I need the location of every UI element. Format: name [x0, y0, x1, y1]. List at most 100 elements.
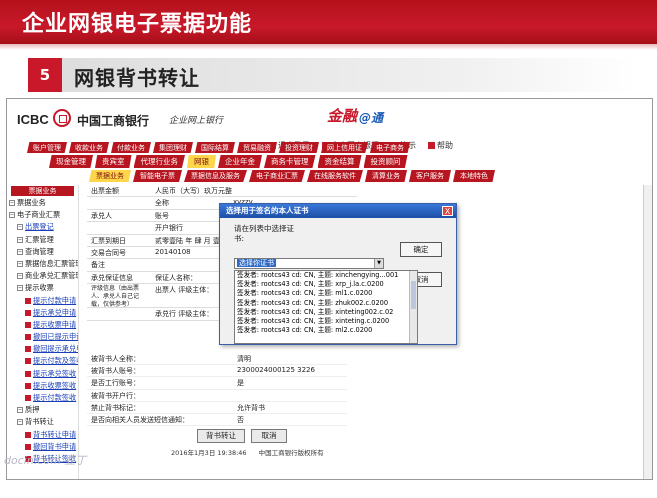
- leaf-icon: [25, 358, 31, 365]
- tree-item[interactable]: 提示收票签收: [7, 380, 78, 392]
- endorse-row: 是否向相关人员发送短信通知： 否: [87, 414, 347, 427]
- nav-tab-row3-1[interactable]: 智能电子票: [133, 170, 182, 182]
- cert-option[interactable]: 签发者: rootcs43 cd: CN, 主题: xinchengying..…: [235, 271, 417, 280]
- tree-item[interactable]: − 电子商业汇票: [7, 209, 78, 221]
- leaf-icon: [25, 431, 31, 438]
- title-shadow: [0, 44, 657, 50]
- nav-tab-row3-3[interactable]: 电子商业汇票: [249, 170, 305, 182]
- tree-item[interactable]: − 汇票管理: [7, 234, 78, 246]
- section-title: 网银背书转让: [74, 66, 200, 90]
- nav-tab-row2-7[interactable]: 投资顾问: [363, 155, 408, 168]
- nav-row-1: 账户管理 收款业务 付款业务 集团理财 国际结算 贸易融资 投资理财 网上信用证 电子商务: [27, 142, 412, 153]
- tree-item[interactable]: 提示付款及签收: [7, 355, 78, 367]
- page-scrollbar[interactable]: [643, 185, 652, 479]
- nav-tab-row1-2[interactable]: 付款业务: [111, 142, 151, 153]
- expand-icon: −: [17, 419, 23, 426]
- form-label: 交易合同号: [91, 248, 126, 257]
- expand-icon: −: [9, 212, 15, 219]
- scroll-thumb[interactable]: [411, 281, 416, 309]
- nav-tab-row1-1[interactable]: 收款业务: [69, 142, 109, 153]
- endorse-row: 是否工行账号： 是: [87, 377, 347, 390]
- cert-list[interactable]: 签发者: rootcs43 cd: CN, 主题: xinchengying..…: [234, 270, 418, 344]
- endorse-value: 允许背书: [237, 403, 265, 412]
- cert-list-scrollbar[interactable]: [409, 271, 417, 343]
- nav-tab-row2-1[interactable]: 贵宾室: [95, 155, 132, 168]
- tree-item[interactable]: − 票据信息汇票管理: [7, 258, 78, 270]
- footer-datetime: 2016年1月3日 19:38:46: [171, 449, 247, 457]
- tree-item[interactable]: − 票据业务: [7, 197, 78, 209]
- leaf-icon: [25, 334, 31, 341]
- brand-logo-1: 金融: [327, 107, 358, 125]
- tree-item[interactable]: − 背书转让: [7, 416, 78, 428]
- prompt-line-2: 书:: [234, 234, 245, 243]
- tree-item-label: 提示承兑签收: [33, 368, 77, 378]
- header-link-3[interactable]: 帮助: [428, 141, 459, 150]
- tree-item[interactable]: − 查询管理: [7, 246, 78, 258]
- tree-item[interactable]: 背书转让申请: [7, 429, 78, 441]
- leaf-icon: [25, 382, 31, 389]
- nav-tab-row3-4[interactable]: 在线服务软件: [307, 170, 363, 182]
- tree-item[interactable]: 提示付款申请: [7, 295, 78, 307]
- close-icon[interactable]: X: [442, 206, 453, 216]
- tree-item[interactable]: 撤回提示承兑申请: [7, 343, 78, 355]
- tree-item-label: 撤回已提示申请: [33, 332, 78, 342]
- ok-button[interactable]: 确定: [400, 242, 442, 257]
- nav-tab-row2-3[interactable]: 网银: [187, 155, 216, 168]
- cert-option[interactable]: 签发者: rootcs43 cd: CN, 主题: ml2.c.0200: [235, 326, 417, 335]
- bank-name: 中国工商银行: [77, 114, 150, 128]
- tree-item[interactable]: 撤回已提示申请: [7, 331, 78, 343]
- nav-tab-row3-0[interactable]: 票据业务: [89, 170, 131, 182]
- nav-tab-row2-4[interactable]: 企业年金: [218, 155, 262, 168]
- tree-item-label: 提示收票申请: [33, 319, 77, 329]
- chevron-down-icon[interactable]: ▼: [374, 259, 383, 268]
- endorse-submit-button[interactable]: 背书转让: [197, 429, 245, 443]
- link-icon: [428, 142, 435, 149]
- tree-item[interactable]: 提示付款签收: [7, 392, 78, 404]
- tree-item[interactable]: − 提示收票: [7, 282, 78, 294]
- nav-tab-row2-2[interactable]: 代理行业务: [133, 155, 185, 168]
- nav-tab-row1-4[interactable]: 国际结算: [195, 142, 235, 153]
- cert-option[interactable]: 签发者: rootcs43 cd: CN, 主题: ml1.c.0200: [235, 289, 417, 298]
- nav-tab-row3-2[interactable]: 票据信息及服务: [184, 170, 247, 182]
- form-label: 评级信息（由出票人、承兑人自己记载，仅供参考）: [91, 285, 140, 309]
- tree-item-label: 提示收票签收: [33, 380, 77, 390]
- nav-tab-row2-0[interactable]: 现金管理: [49, 155, 93, 168]
- endorse-label: 被背书人账号：: [91, 367, 140, 376]
- endorse-value: 是: [237, 379, 244, 388]
- nav-tab-row1-5[interactable]: 贸易融资: [237, 142, 277, 153]
- cancel-button[interactable]: 取消: [251, 429, 287, 443]
- tree-item[interactable]: 提示承兑签收: [7, 368, 78, 380]
- cert-option[interactable]: 签发者: rootcs43 cd: CN, 主题: xrp_j.la.c.020…: [235, 280, 417, 289]
- tree-item[interactable]: 提示收票申请: [7, 319, 78, 331]
- tree-item[interactable]: 提示承兑申请: [7, 307, 78, 319]
- form-label: 承兑保证信息: [91, 273, 133, 282]
- cert-option[interactable]: 签发者: rootcs43 cd: CN, 主题: xinteting.c.02…: [235, 317, 417, 326]
- cert-option[interactable]: 签发者: rootcs43 cd: CN, 主题: xinteting002.c…: [235, 308, 417, 317]
- nav-tab-row1-7[interactable]: 网上信用证: [321, 142, 368, 153]
- leaf-icon: [25, 297, 31, 304]
- cert-dialog: 选择用于签名的本人证书 X 请在列表中选择证 书: 选择你证书 ▼ 确定 取消 …: [219, 203, 457, 345]
- nav-tab-row2-6[interactable]: 资金结算: [317, 155, 362, 168]
- nav-tab-row3-5[interactable]: 清算业务: [365, 170, 407, 182]
- tree-item-label: 提示付款及签收: [33, 356, 78, 366]
- leaf-icon: [25, 370, 31, 377]
- tree-item[interactable]: − 商业承兑汇票管理: [7, 270, 78, 282]
- form-value: 承兑行 评级主体：: [155, 310, 214, 319]
- nav-tab-row1-0[interactable]: 账户管理: [27, 142, 67, 153]
- nav-tab-row3-7[interactable]: 本地特色: [453, 170, 495, 182]
- nav-tab-row1-6[interactable]: 投资理财: [279, 142, 319, 153]
- nav-tab-row2-5[interactable]: 商务卡管理: [264, 155, 316, 168]
- tree-item[interactable]: − 出票登记: [7, 221, 78, 233]
- form-value: 人民币（大写）玖万元整: [155, 187, 232, 195]
- tree-item-label: 提示付款签收: [33, 393, 77, 402]
- nav-tab-row3-6[interactable]: 客户服务: [409, 170, 451, 182]
- cert-option[interactable]: 签发者: rootcs43 cd: CN, 主题: zhuk002.c.0200: [235, 299, 417, 308]
- expand-icon: −: [17, 248, 23, 255]
- nav-tab-row1-8[interactable]: 电子商务: [370, 142, 410, 153]
- nav-tab-row1-3[interactable]: 集团理财: [153, 142, 193, 153]
- tree-item[interactable]: − 质押: [7, 404, 78, 416]
- bank-header: ICBC 中国工商银行 企业网上银行 金融 @通: [7, 99, 652, 139]
- cert-select[interactable]: 选择你证书 ▼: [234, 258, 384, 269]
- expand-icon: −: [9, 200, 15, 206]
- watermark: docin.com 豆丁: [4, 454, 87, 467]
